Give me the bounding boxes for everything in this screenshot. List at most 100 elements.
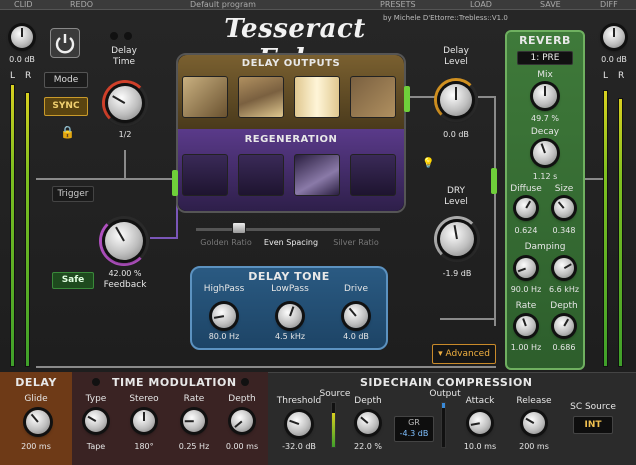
mode-button[interactable]: Mode [44, 72, 88, 88]
spacing-slider-handle[interactable] [232, 222, 246, 234]
delay-section-title: DELAY [15, 376, 57, 389]
lowpass-label: LowPass [271, 284, 309, 294]
highpass-value: 80.0 Hz [208, 332, 240, 341]
mod-depth-label: Depth [228, 394, 256, 404]
source-meter [331, 402, 336, 448]
release-label: Release [516, 396, 552, 406]
time-mod-led[interactable] [92, 378, 100, 386]
output-meter-right [618, 98, 623, 367]
reverb-size-knob[interactable] [554, 198, 574, 218]
presets-button[interactable]: PRESETS [380, 0, 416, 9]
spacing-option-even[interactable]: Even Spacing [258, 238, 324, 247]
mod-type-value: Tape [86, 442, 106, 451]
trigger-button[interactable]: Trigger [52, 186, 94, 202]
safe-button[interactable]: Safe [52, 272, 94, 289]
reverb-depth-label: Depth [550, 301, 578, 311]
mod-type-knob[interactable] [85, 410, 107, 432]
sync-button[interactable]: SYNC [44, 97, 88, 116]
attack-label: Attack [465, 396, 495, 406]
undo-button[interactable]: CLID [14, 0, 33, 9]
sc-source-select[interactable]: INT [573, 416, 613, 434]
highpass-label: HighPass [203, 284, 245, 294]
load-button[interactable]: LOAD [470, 0, 492, 9]
program-name[interactable]: Default program [190, 0, 256, 9]
signal-wire [494, 96, 496, 326]
time-mod-led[interactable] [241, 378, 249, 386]
advanced-button[interactable]: ▾ Advanced [432, 344, 496, 364]
delay-level-knob[interactable] [440, 84, 472, 116]
sc-source-label: SC Source [570, 402, 616, 412]
glide-label: Glide [24, 394, 48, 404]
input-meter-right [25, 92, 30, 367]
mod-stereo-label: Stereo [129, 394, 159, 404]
regeneration-tap-3[interactable] [294, 154, 340, 196]
redo-button[interactable]: REDO [70, 0, 93, 9]
reverb-damping-high-value: 6.6 kHz [548, 285, 580, 294]
mod-depth-knob[interactable] [231, 410, 253, 432]
drive-label: Drive [344, 284, 368, 294]
reverb-depth-knob[interactable] [554, 316, 574, 336]
lock-icon[interactable]: 🔒 [60, 125, 75, 139]
power-icon [55, 34, 75, 54]
reverb-decay-knob[interactable] [533, 141, 557, 165]
threshold-knob[interactable] [287, 412, 311, 436]
feedback-wire [150, 237, 178, 239]
delay-time-value: 1/2 [118, 130, 132, 139]
reverb-diffuse-knob[interactable] [516, 198, 536, 218]
dry-level-value: -1.9 dB [442, 269, 472, 278]
reverb-damping-low-knob[interactable] [516, 258, 536, 278]
dry-level-knob[interactable] [440, 222, 474, 256]
sc-output-meter [441, 402, 446, 448]
bulb-icon[interactable]: 💡 [422, 158, 434, 169]
drive-knob[interactable] [344, 304, 368, 328]
power-button[interactable] [50, 28, 80, 58]
drive-value: 4.0 dB [343, 332, 369, 341]
lowpass-knob[interactable] [278, 304, 302, 328]
delay-output-tap-3[interactable] [294, 76, 340, 118]
signal-wire [585, 178, 605, 180]
signal-wire [124, 150, 126, 180]
top-bar: CLID REDO Default program PRESETS LOAD S… [0, 0, 636, 10]
spacing-option-golden[interactable]: Golden Ratio [196, 238, 256, 247]
output-gain-knob[interactable] [603, 26, 625, 48]
regeneration-tap-4[interactable] [350, 154, 396, 196]
sc-depth-label: Depth [354, 396, 382, 406]
mod-stereo-knob[interactable] [133, 410, 155, 432]
threshold-label: Threshold [276, 396, 322, 406]
release-knob[interactable] [523, 412, 545, 434]
reverb-diffuse-value: 0.624 [514, 226, 538, 235]
sc-depth-knob[interactable] [357, 412, 379, 434]
lowpass-value: 4.5 kHz [274, 332, 306, 341]
delay-output-tap-4[interactable] [350, 76, 396, 118]
reverb-rate-knob[interactable] [516, 316, 536, 336]
regeneration-tap-2[interactable] [238, 154, 284, 196]
delay-time-knob[interactable] [108, 86, 142, 120]
regeneration-title: REGENERATION [244, 134, 338, 145]
delay-output-tap-1[interactable] [182, 76, 228, 118]
reverb-preset-select[interactable]: 1: PRE [517, 51, 573, 65]
input-level-indicator [172, 170, 178, 196]
reverb-decay-label: Decay [530, 127, 560, 137]
time-modulation-title: TIME MODULATION [112, 376, 237, 389]
reverb-mix-label: Mix [537, 70, 553, 80]
input-right-label: R [25, 71, 32, 81]
delay-time-label: Delay Time [111, 46, 137, 67]
sc-output-label: Output [429, 389, 461, 399]
output-left-label: L [603, 71, 609, 81]
delay-output-tap-2[interactable] [238, 76, 284, 118]
feedback-knob[interactable] [105, 222, 143, 260]
glide-knob[interactable] [26, 410, 50, 434]
reverb-mix-knob[interactable] [533, 84, 557, 108]
diff-button[interactable]: DIFF [600, 0, 618, 9]
reverb-damping-high-knob[interactable] [554, 258, 574, 278]
signal-wire [440, 318, 496, 320]
attack-knob[interactable] [469, 412, 491, 434]
mod-rate-knob[interactable] [183, 410, 205, 432]
input-gain-knob[interactable] [11, 26, 33, 48]
highpass-knob[interactable] [212, 304, 236, 328]
spacing-option-silver[interactable]: Silver Ratio [326, 238, 386, 247]
spacing-slider-track[interactable] [196, 228, 380, 231]
regeneration-tap-1[interactable] [182, 154, 228, 196]
reverb-decay-value: 1.12 s [532, 172, 558, 181]
save-button[interactable]: SAVE [540, 0, 561, 9]
